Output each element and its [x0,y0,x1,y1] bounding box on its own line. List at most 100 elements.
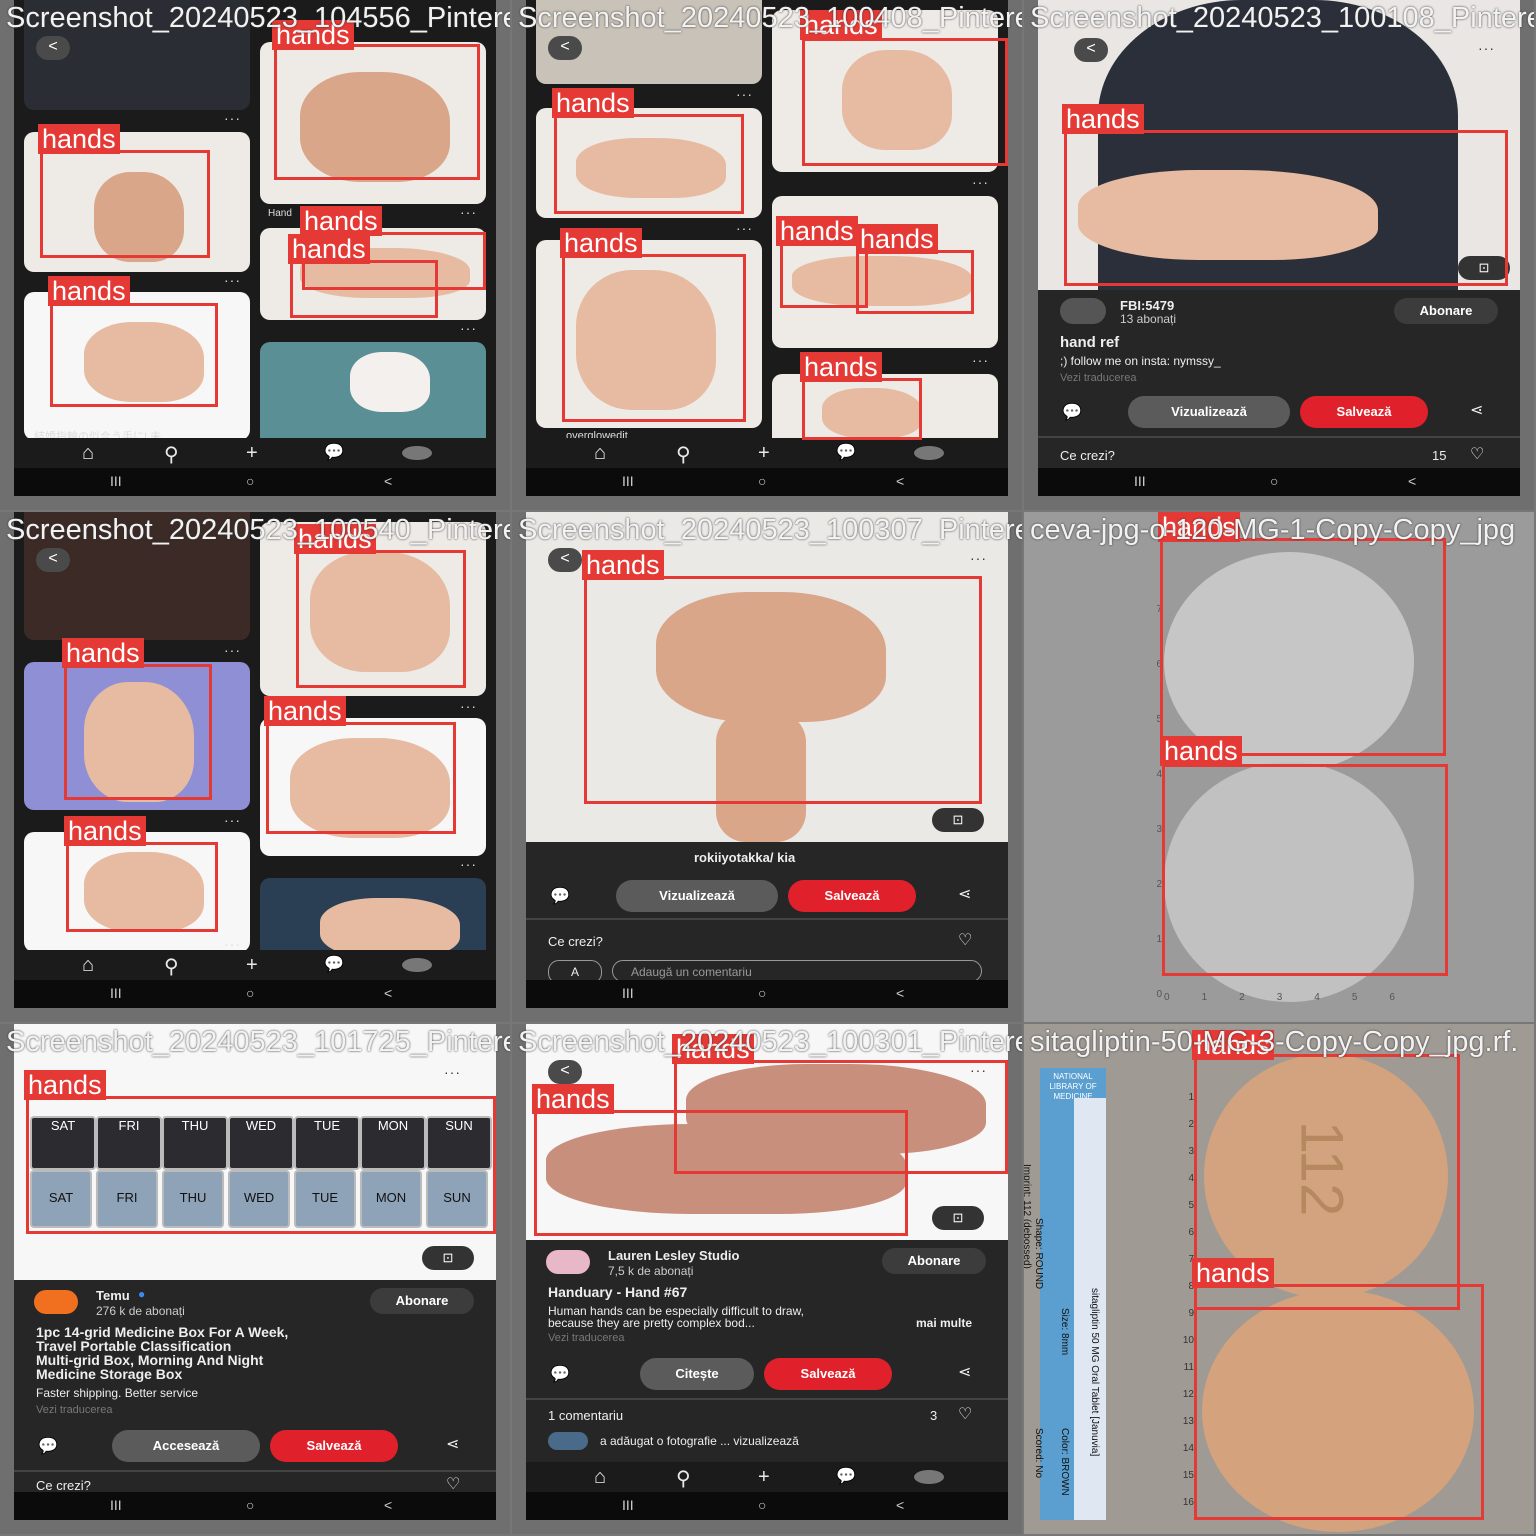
more-icon[interactable]: ··· [224,642,241,658]
recent-apps-button[interactable]: III [622,1497,634,1513]
share-icon[interactable]: ⋖ [958,884,971,904]
search-icon[interactable]: ⚲ [676,1466,691,1491]
user-name[interactable]: rokiiyotakka/ kia [694,850,795,865]
back-nav-button[interactable]: < [896,985,904,1001]
search-icon[interactable]: ⚲ [164,954,179,979]
recent-apps-button[interactable]: III [110,473,122,489]
comment-input[interactable]: Adaugă un comentariu [612,960,982,982]
more-icon[interactable]: ··· [972,352,989,368]
chat-icon[interactable]: 💬 [836,442,856,462]
chat-icon[interactable]: 💬 [324,442,344,462]
recent-apps-button[interactable]: III [110,985,122,1001]
back-nav-button[interactable]: < [384,473,392,489]
heart-icon[interactable]: ♡ [446,1474,460,1494]
user-avatar[interactable] [1060,298,1106,324]
search-icon[interactable]: ⚲ [164,442,179,467]
search-icon[interactable]: ⚲ [676,442,691,467]
profile-avatar[interactable] [914,446,944,460]
more-link[interactable]: mai multe [916,1316,972,1330]
comment-icon[interactable]: 💬 [550,886,570,906]
heart-icon[interactable]: ♡ [958,1404,972,1424]
back-button[interactable]: < [548,1060,582,1084]
visual-search-button[interactable]: ⊡ [932,1206,984,1230]
home-button[interactable]: ○ [1270,473,1278,489]
more-icon[interactable]: ··· [460,698,477,714]
visual-search-button[interactable]: ⊡ [422,1246,474,1270]
save-button[interactable]: Salvează [270,1430,398,1462]
save-button[interactable]: Salvează [764,1358,892,1390]
back-button[interactable]: < [548,548,582,572]
visual-search-button[interactable]: ⊡ [932,808,984,832]
view-button[interactable]: Vizualizează [616,880,778,912]
home-icon[interactable]: ⌂ [82,954,94,977]
comment-icon[interactable]: 💬 [1062,402,1082,422]
brand-avatar[interactable] [34,1290,78,1314]
heart-icon[interactable]: ♡ [958,930,972,950]
more-icon[interactable]: ··· [460,320,477,336]
back-nav-button[interactable]: < [384,985,392,1001]
back-nav-button[interactable]: < [384,1497,392,1513]
recent-apps-button[interactable]: III [622,473,634,489]
add-icon[interactable]: + [246,442,258,465]
more-icon[interactable]: ··· [736,86,753,102]
back-nav-button[interactable]: < [1408,473,1416,489]
translate-link[interactable]: Vezi traducerea [36,1404,112,1416]
back-button[interactable]: < [36,36,70,60]
home-icon[interactable]: ⌂ [594,1466,606,1489]
back-button[interactable]: < [548,36,582,60]
back-nav-button[interactable]: < [896,473,904,489]
more-icon[interactable]: ··· [224,812,241,828]
more-icon[interactable]: ··· [970,550,987,566]
share-icon[interactable]: ⋖ [1470,400,1483,420]
home-button[interactable]: ○ [758,985,766,1001]
pin-image[interactable] [260,342,486,452]
share-icon[interactable]: ⋖ [446,1434,459,1454]
comment-icon[interactable]: 💬 [38,1436,58,1456]
follow-button[interactable]: Abonare [370,1288,474,1314]
user-name[interactable]: FBI:5479 [1120,298,1174,313]
recent-apps-button[interactable]: III [110,1497,122,1513]
more-icon[interactable]: ··· [972,174,989,190]
comment-text[interactable]: a adăugat o fotografie ... vizualizează [600,1434,799,1448]
back-button[interactable]: < [1074,38,1108,62]
profile-avatar[interactable] [402,958,432,972]
recent-apps-button[interactable]: III [1134,473,1146,489]
user-name[interactable]: Temu [96,1288,130,1303]
more-icon[interactable]: ··· [1478,40,1495,56]
more-icon[interactable]: ··· [444,1064,461,1080]
user-name[interactable]: Lauren Lesley Studio [608,1248,739,1263]
save-button[interactable]: Salvează [1300,396,1428,428]
home-icon[interactable]: ⌂ [82,442,94,465]
add-icon[interactable]: + [758,1466,770,1489]
share-icon[interactable]: ⋖ [958,1362,971,1382]
profile-avatar[interactable] [402,446,432,460]
read-button[interactable]: Citește [640,1358,754,1390]
translate-link[interactable]: Vezi traducerea [1060,372,1136,384]
home-button[interactable]: ○ [758,1497,766,1513]
view-button[interactable]: Vizualizează [1128,396,1290,428]
more-icon[interactable]: ··· [224,110,241,126]
back-button[interactable]: < [36,548,70,572]
home-button[interactable]: ○ [246,1497,254,1513]
back-nav-button[interactable]: < [896,1497,904,1513]
heart-icon[interactable]: ♡ [1470,444,1484,464]
more-icon[interactable]: ··· [736,220,753,236]
visit-button[interactable]: Accesează [112,1430,260,1462]
chat-icon[interactable]: 💬 [324,954,344,974]
more-icon[interactable]: ··· [460,856,477,872]
add-icon[interactable]: + [758,442,770,465]
chat-icon[interactable]: 💬 [836,1466,856,1486]
follow-button[interactable]: Abonare [882,1248,986,1274]
home-button[interactable]: ○ [758,473,766,489]
save-button[interactable]: Salvează [788,880,916,912]
profile-avatar[interactable] [914,1470,944,1484]
more-icon[interactable]: ··· [460,204,477,220]
translate-link[interactable]: Vezi traducerea [548,1332,624,1344]
home-button[interactable]: ○ [246,985,254,1001]
user-avatar[interactable] [546,1250,590,1274]
comment-icon[interactable]: 💬 [550,1364,570,1384]
add-icon[interactable]: + [246,954,258,977]
follow-button[interactable]: Abonare [1394,298,1498,324]
home-icon[interactable]: ⌂ [594,442,606,465]
home-button[interactable]: ○ [246,473,254,489]
